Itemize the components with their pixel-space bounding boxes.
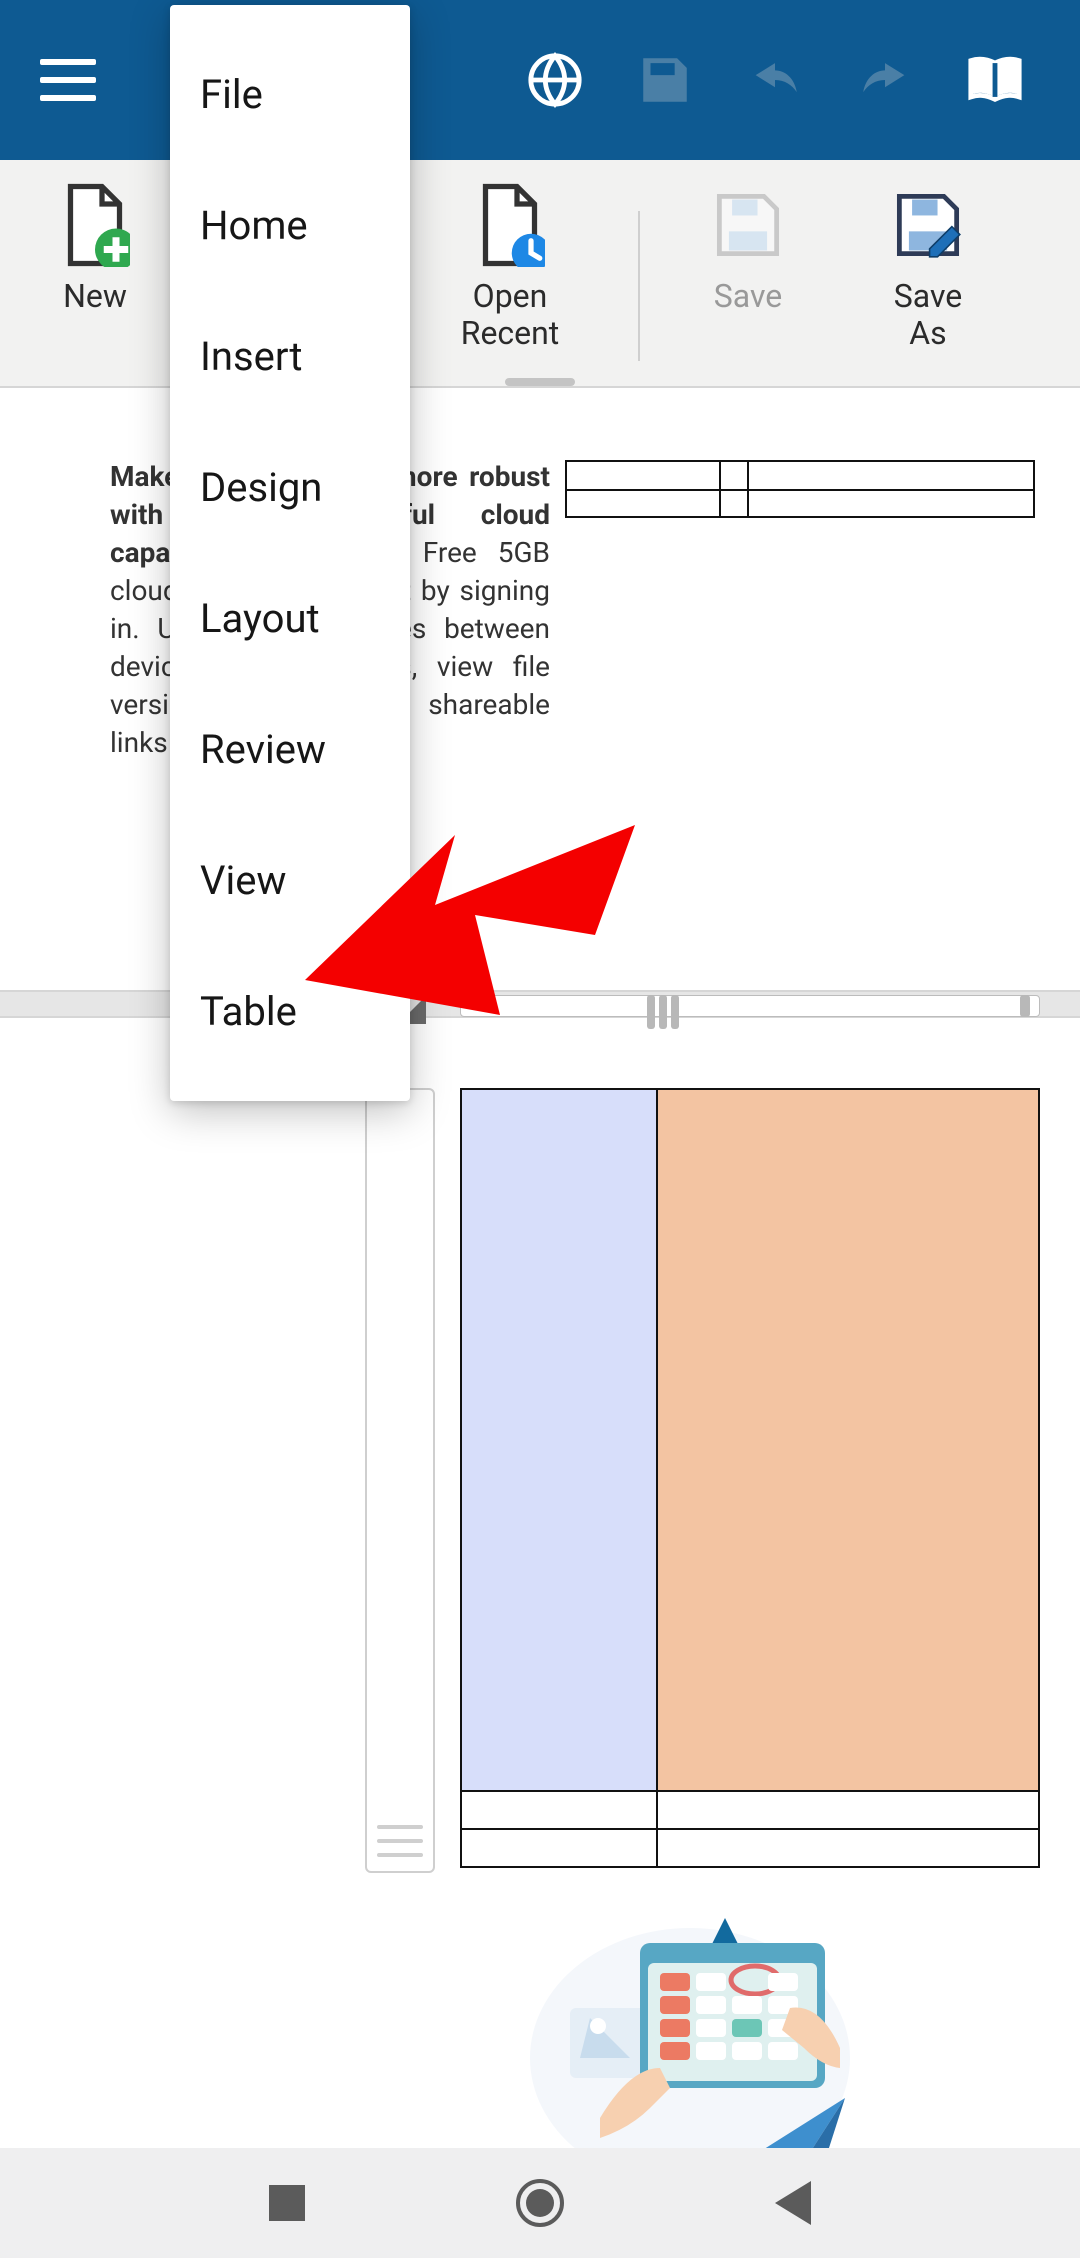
menu-item-file[interactable]: File: [170, 29, 410, 160]
calendar-illustration: [530, 1888, 870, 2188]
table-cell[interactable]: [462, 1830, 658, 1866]
colored-table[interactable]: [460, 1088, 1040, 1868]
save-disk-icon: [713, 186, 783, 264]
table-cell-blue[interactable]: [462, 1090, 658, 1790]
ribbon-label: New: [63, 278, 127, 315]
globe-icon[interactable]: [510, 35, 600, 125]
table-cell[interactable]: [462, 1792, 658, 1828]
table-cell[interactable]: [658, 1792, 1038, 1828]
menu-item-home[interactable]: Home: [170, 160, 410, 291]
new-doc-icon: [60, 186, 130, 264]
table-cell-orange[interactable]: [658, 1090, 1038, 1790]
ribbon-tab-dropdown: File Home Insert Design Layout Review Vi…: [170, 5, 410, 1101]
small-table[interactable]: [565, 460, 1035, 518]
menu-item-layout[interactable]: Layout: [170, 553, 410, 684]
ribbon-label: Save: [714, 278, 782, 315]
ribbon-label: Open Recent: [461, 278, 560, 352]
ribbon-save: Save: [658, 186, 838, 315]
vertical-ruler[interactable]: [365, 1088, 435, 1873]
menu-item-design[interactable]: Design: [170, 422, 410, 553]
ribbon-label: Save As: [894, 278, 962, 352]
hamburger-icon[interactable]: [40, 50, 100, 110]
open-recent-icon: [475, 186, 545, 264]
menu-item-review[interactable]: Review: [170, 684, 410, 815]
document-canvas[interactable]: Make the experience more robust with the…: [0, 388, 1080, 2148]
menu-item-insert[interactable]: Insert: [170, 291, 410, 422]
undo-icon[interactable]: [730, 35, 820, 125]
save-icon[interactable]: [620, 35, 710, 125]
menu-item-table[interactable]: Table: [170, 946, 410, 1077]
nav-back[interactable]: [763, 2173, 823, 2233]
nav-home[interactable]: [510, 2173, 570, 2233]
read-mode-icon[interactable]: [950, 35, 1040, 125]
android-nav-bar: [0, 2148, 1080, 2258]
save-as-icon: [893, 186, 963, 264]
table-cell[interactable]: [658, 1830, 1038, 1866]
ribbon-new[interactable]: New: [0, 186, 190, 315]
ribbon-drag-handle[interactable]: [505, 378, 575, 386]
menu-item-view[interactable]: View: [170, 815, 410, 946]
app-bar: [0, 0, 1080, 160]
file-ribbon: New pen Open Recent: [0, 160, 1080, 388]
ribbon-separator: [638, 211, 640, 361]
horizontal-ruler[interactable]: [0, 990, 1080, 1018]
nav-recent-apps[interactable]: [257, 2173, 317, 2233]
redo-icon[interactable]: [840, 35, 930, 125]
ribbon-save-as[interactable]: Save As: [838, 186, 1018, 352]
ribbon-open-recent[interactable]: Open Recent: [400, 186, 620, 352]
